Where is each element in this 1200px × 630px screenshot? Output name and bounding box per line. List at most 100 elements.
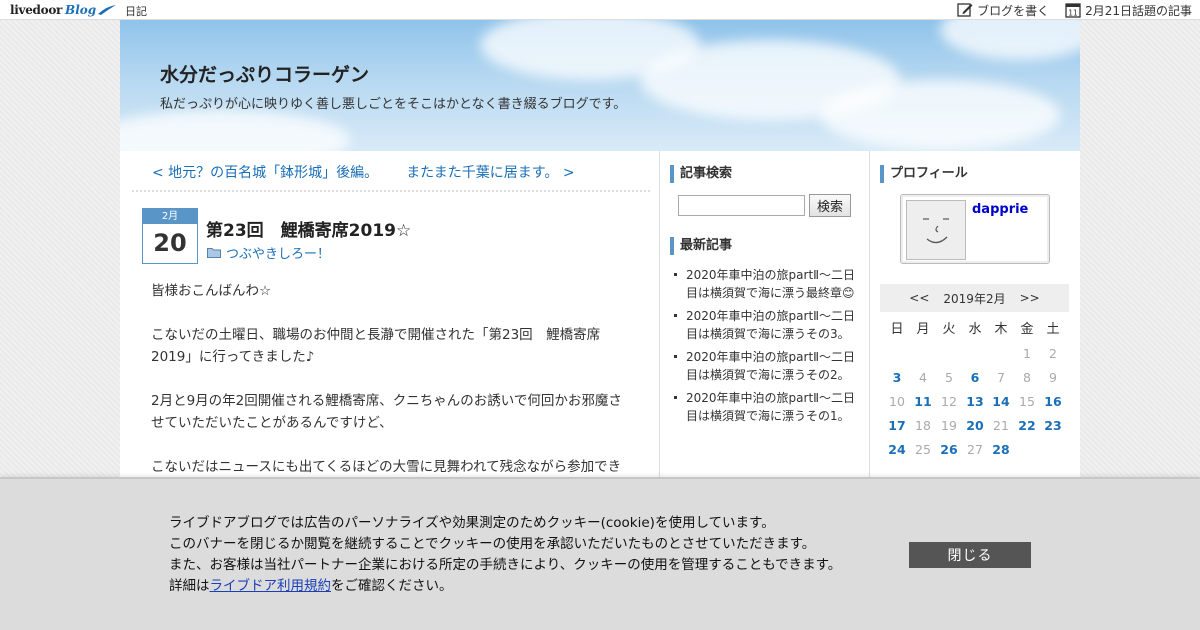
calendar-day[interactable]: 28	[988, 438, 1014, 462]
calendar-day: 12	[941, 394, 957, 409]
post-paragraph: こないだの土曜日、職場のお仲間と長瀞で開催された「第23回 鯉橋寄席2019」に…	[151, 327, 601, 365]
calendar-day: 2	[1049, 346, 1057, 361]
recent-article-link[interactable]: 2020年車中泊の旅partⅡ～二日目は横須賀で海に漂う最終章😊	[686, 268, 855, 300]
profile-heading: プロフィール	[880, 165, 968, 183]
calendar-day: 10	[889, 394, 905, 409]
calendar-weekday: 金	[1020, 322, 1034, 337]
calendar-day: 25	[915, 442, 931, 457]
blog-header: 水分だっぷりコラーゲン 私だっぷりが心に映りゆく善し悪しごとをそこはかとなく書き…	[120, 20, 1080, 151]
calendar-day[interactable]: 3	[884, 366, 910, 390]
write-blog-label: ブログを書く	[977, 3, 1050, 18]
logo-livedoor-text: livedoor	[10, 3, 63, 17]
calendar-day: 18	[915, 418, 931, 433]
recent-article-item[interactable]: 2020年車中泊の旅partⅡ～二日目は横須賀で海に漂う最終章😊	[674, 266, 859, 302]
cookie-detail-suffix: をご確認ください。	[331, 578, 453, 594]
calendar-weekday: 日	[890, 322, 904, 337]
terms-of-use-link[interactable]: ライブドア利用規約	[210, 578, 332, 594]
topic-articles-label: 2月21日話題の記事	[1085, 3, 1192, 18]
recent-article-link[interactable]: 2020年車中泊の旅partⅡ～二日目は横須賀で海に漂うその3。	[686, 309, 855, 341]
site-description: 私だっぷりが心に映りゆく善し悪しごとをそこはかとなく書き綴るブログです。	[160, 97, 627, 112]
header-cloud	[120, 110, 350, 151]
calendar-day: 21	[993, 418, 1009, 433]
post-navigation: < 地元？の百名城「鉢形城」後編。 またまた千葉に居ます。 >	[152, 162, 575, 182]
recent-article-link[interactable]: 2020年車中泊の旅partⅡ～二日目は横須賀で海に漂うその2。	[686, 350, 855, 382]
calendar-day: 4	[919, 370, 927, 385]
folder-icon	[207, 248, 221, 258]
calendar-weekday: 火	[942, 322, 956, 337]
calendar-day: 1	[1023, 346, 1031, 361]
calendar-day[interactable]: 11	[910, 390, 936, 414]
calendar-day[interactable]: 14	[988, 390, 1014, 414]
calendar-icon-day: 11	[1068, 9, 1078, 18]
avatar[interactable]	[906, 200, 966, 260]
livedoor-blog-logo[interactable]: livedoor Blog	[10, 1, 117, 19]
calendar-day: 19	[941, 418, 957, 433]
face-avatar-icon	[923, 218, 949, 244]
calendar-day[interactable]: 26	[936, 438, 962, 462]
header-cloud	[820, 80, 1060, 150]
post-paragraph: 2月と9月の年2回開催される鯉橋寄席、クニちゃんのお誘いで何回かお邪魔させていた…	[151, 393, 622, 431]
calendar-day[interactable]: 13	[962, 390, 988, 414]
prev-post-link[interactable]: < 地元？の百名城「鉢形城」後編。	[152, 162, 378, 182]
calendar-month: 2019年2月	[943, 291, 1006, 306]
nav-diary-link[interactable]: 日記	[125, 3, 147, 19]
search-input[interactable]	[678, 195, 805, 216]
topic-articles-link[interactable]: 11 2月21日話題の記事	[1065, 2, 1192, 19]
profile-card: dapprie	[900, 194, 1050, 264]
recent-articles-heading: 最新記事	[670, 237, 732, 255]
calendar-day: 7	[997, 370, 1005, 385]
calendar-day[interactable]: 20	[962, 414, 988, 438]
logo-blog-text: Blog	[65, 3, 97, 17]
recent-article-item[interactable]: 2020年車中泊の旅partⅡ～二日目は横須賀で海に漂うその1。	[674, 389, 859, 425]
search-button[interactable]: 検索	[809, 194, 851, 217]
calendar-weekday: 木	[994, 322, 1008, 337]
calendar-empty-cell	[962, 342, 988, 366]
site-title[interactable]: 水分だっぷりコラーゲン	[160, 60, 369, 87]
calendar-day[interactable]: 17	[884, 414, 910, 438]
cookie-message: ライブドアブログでは広告のパーソナライズや効果測定のためクッキー(cookie)…	[169, 513, 841, 597]
calendar-day: 8	[1023, 370, 1031, 385]
cookie-line: このバナーを閉じるか閲覧を継続することでクッキーの使用を承認いただいたものとさせ…	[169, 536, 816, 552]
close-banner-button[interactable]: 閉じる	[909, 542, 1031, 568]
topbar-actions: ブログを書く 11 2月21日話題の記事	[947, 1, 1192, 19]
search-heading: 記事検索	[670, 165, 732, 183]
calendar-prev-link[interactable]: <<	[909, 291, 929, 305]
post-title[interactable]: 第23回 鯉橋寄席2019☆	[206, 216, 411, 241]
recent-articles-list: 2020年車中泊の旅partⅡ～二日目は横須賀で海に漂う最終章😊 2020年車中…	[674, 266, 859, 430]
calendar-empty-cell	[936, 342, 962, 366]
post-category-label: つぶやきしろー！	[226, 247, 331, 262]
calendar-next-link[interactable]: >>	[1020, 291, 1040, 305]
calendar-day: 5	[945, 370, 953, 385]
calendar-day[interactable]: 16	[1040, 390, 1066, 414]
recent-article-item[interactable]: 2020年車中泊の旅partⅡ～二日目は横須賀で海に漂うその2。	[674, 348, 859, 384]
calendar-weekday: 土	[1046, 322, 1060, 337]
calendar-day[interactable]: 24	[884, 438, 910, 462]
calendar-day: 27	[967, 442, 983, 457]
cookie-line: ライブドアブログでは広告のパーソナライズや効果測定のためクッキー(cookie)…	[169, 515, 775, 531]
calendar-day[interactable]: 6	[962, 366, 988, 390]
calendar-header: << 2019年2月 >>	[880, 284, 1069, 312]
next-post-link[interactable]: またまた千葉に居ます。 >	[406, 162, 574, 182]
calendar-day[interactable]: 22	[1014, 414, 1040, 438]
calendar-weekday: 水	[968, 322, 982, 337]
write-blog-link[interactable]: ブログを書く	[957, 2, 1049, 19]
cookie-detail-prefix: 詳細は	[169, 578, 210, 594]
recent-article-item[interactable]: 2020年車中泊の旅partⅡ～二日目は横須賀で海に漂うその3。	[674, 307, 859, 343]
calendar-empty-cell	[910, 342, 936, 366]
post-paragraph: 皆様おこんばんわ☆	[151, 283, 272, 299]
post-category-link[interactable]: つぶやきしろー！	[207, 243, 330, 262]
top-bar: livedoor Blog 日記 ブログを書く 11 2月21日話題の記事	[0, 0, 1200, 20]
logo-swoosh-icon	[98, 5, 117, 15]
recent-article-link[interactable]: 2020年車中泊の旅partⅡ～二日目は横須賀で海に漂うその1。	[686, 391, 855, 423]
pencil-edit-icon	[957, 3, 973, 17]
calendar-icon: 11	[1065, 3, 1081, 18]
calendar-empty-cell	[988, 342, 1014, 366]
cookie-line: また、お客様は当社パートナー企業における所定の手続きにより、クッキーの使用を管理…	[169, 557, 842, 573]
calendar-grid: 日月火水木金土 1 2 3 4 5 6 7 8 9 10 11 12 13 14 15 16 17 18 19 20 21…	[884, 318, 1066, 462]
post-day: 20	[153, 229, 187, 257]
post-month: 2月	[143, 209, 197, 224]
calendar-day[interactable]: 23	[1040, 414, 1066, 438]
profile-name-link[interactable]: dapprie	[972, 202, 1028, 217]
calendar-day: 15	[1019, 394, 1035, 409]
header-cloud	[940, 20, 1080, 60]
